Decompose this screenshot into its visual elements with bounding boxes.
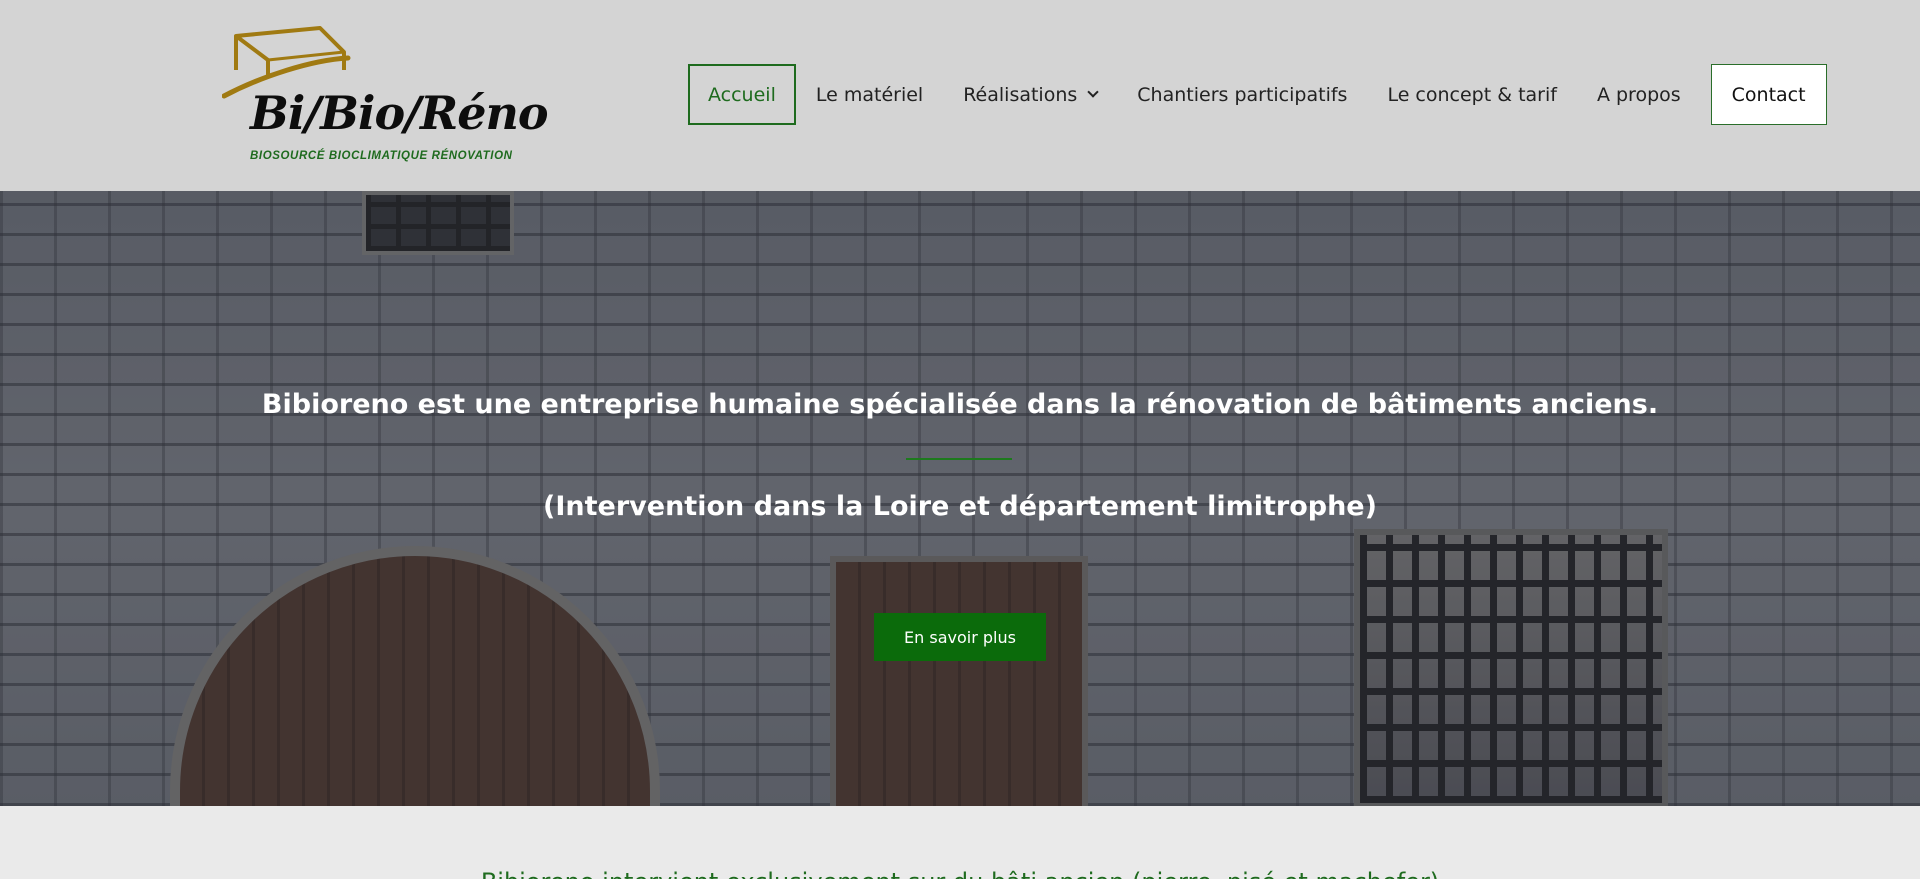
- intro-section: Bibioreno intervient exclusivement sur d…: [0, 806, 1920, 879]
- nav-item-chantiers[interactable]: Chantiers participatifs: [1117, 64, 1367, 125]
- site-logo[interactable]: Bi/Bio/Réno BIOSOURCÉ BIOCLIMATIQUE RÉNO…: [222, 24, 549, 170]
- hero-subtitle: (Intervention dans la Loire et départeme…: [543, 491, 1377, 522]
- nav-item-realisations[interactable]: Réalisations: [943, 64, 1117, 125]
- site-header: Bi/Bio/Réno BIOSOURCÉ BIOCLIMATIQUE RÉNO…: [0, 0, 1920, 191]
- nav-item-materiel[interactable]: Le matériel: [796, 64, 943, 125]
- nav-item-realisations-label: Réalisations: [963, 83, 1078, 106]
- learn-more-button[interactable]: En savoir plus: [874, 613, 1046, 661]
- logo-tagline: BIOSOURCÉ BIOCLIMATIQUE RÉNOVATION: [250, 150, 513, 162]
- nav-item-accueil[interactable]: Accueil: [688, 64, 796, 125]
- logo-wordmark: Bi/Bio/Réno: [250, 86, 549, 140]
- hero-title: Bibioreno est une entreprise humaine spé…: [261, 389, 1659, 420]
- contact-button[interactable]: Contact: [1710, 64, 1827, 125]
- hero-divider: [906, 458, 1012, 460]
- nav-item-apropos[interactable]: A propos: [1577, 64, 1701, 125]
- main-nav: Accueil Le matériel Réalisations Chantie…: [688, 64, 1827, 125]
- intro-text: Bibioreno intervient exclusivement sur d…: [0, 868, 1920, 879]
- nav-item-concept[interactable]: Le concept & tarif: [1367, 64, 1577, 125]
- chevron-down-icon: [1087, 86, 1099, 98]
